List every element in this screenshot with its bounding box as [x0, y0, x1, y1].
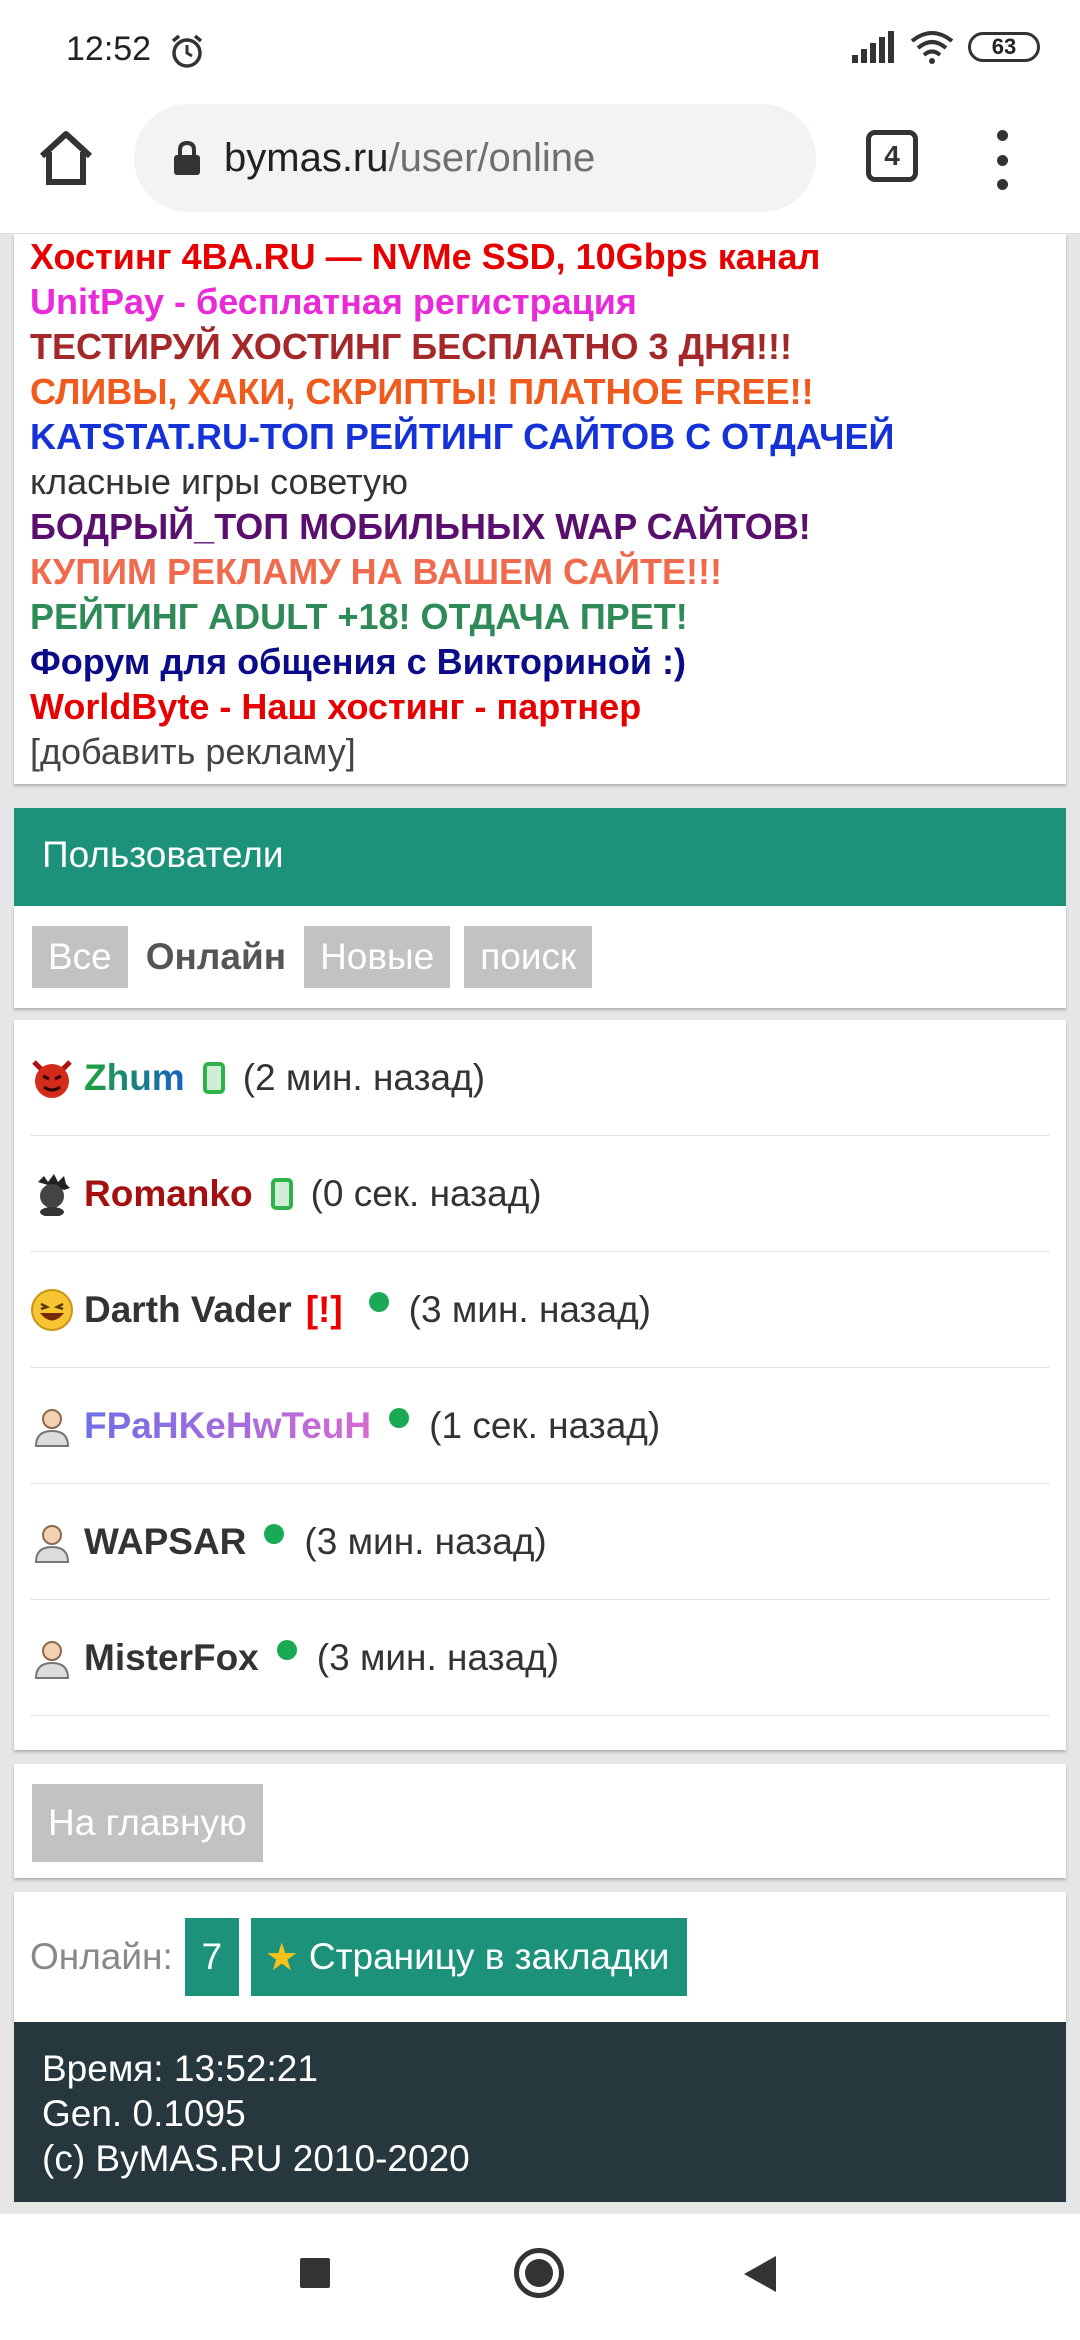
url-path: /user/online	[388, 135, 596, 180]
online-counter-block: Онлайн: 7 ★ Страницу в закладки	[14, 1892, 1066, 2022]
add-ad-link[interactable]: [добавить рекламу]	[30, 729, 1050, 774]
home-icon[interactable]	[36, 128, 96, 188]
username-link[interactable]: Darth Vader	[84, 1289, 292, 1331]
page-footer: Время: 13:52:21 Gen. 0.1095 (c) ByMAS.RU…	[14, 2022, 1066, 2202]
tab-online[interactable]: Онлайн	[141, 926, 291, 988]
laughing-smiley-icon	[31, 1288, 73, 1331]
home-circle-icon[interactable]	[514, 2248, 564, 2298]
recent-apps-icon[interactable]	[300, 2258, 330, 2288]
online-status-icon	[264, 1523, 285, 1544]
ad-link[interactable]: Хостинг 4BA.RU — NVMe SSD, 10Gbps канал	[30, 234, 1050, 279]
wifi-icon	[910, 31, 954, 64]
last-seen: (3 мин. назад)	[304, 1520, 547, 1562]
username-link[interactable]: WAPSAR	[84, 1521, 246, 1563]
users-section-title: Пользователи	[14, 808, 1066, 906]
user-silhouette-icon	[34, 1408, 70, 1447]
ad-link[interactable]: UnitPay - бесплатная регистрация	[30, 279, 1050, 324]
ad-link[interactable]: СЛИВЫ, ХАКИ, СКРИПТЫ! ПЛАТНОЕ FREE!!	[30, 369, 1050, 414]
home-link-block: На главную	[14, 1764, 1066, 1878]
ad-link[interactable]: WorldByte - Наш хостинг - партнер	[30, 684, 1050, 729]
username-link[interactable]: MisterFox	[84, 1637, 259, 1679]
home-button[interactable]: На главную	[32, 1784, 263, 1862]
bookmark-button[interactable]: ★ Страницу в закладки	[250, 1918, 688, 1996]
username-link[interactable]: Zhum	[84, 1057, 185, 1099]
admin-badge: [!]	[305, 1288, 343, 1330]
list-item: Zhum (2 мин. назад)	[30, 1020, 1050, 1136]
copyright: (c) ByMAS.RU 2010-2020	[42, 2138, 470, 2179]
ad-link[interactable]: ТЕСТИРУЙ ХОСТИНГ БЕСПЛАТНО 3 ДНЯ!!!	[30, 324, 1050, 369]
user-filter-tabs: Все Онлайн Новые поиск	[14, 906, 1066, 1008]
browser-toolbar: bymas.ru/user/online 4	[0, 100, 1080, 234]
username-link[interactable]: Romanko	[84, 1173, 253, 1215]
tab-new[interactable]: Новые	[304, 926, 451, 988]
ad-link[interactable]: класные игры советую	[30, 459, 1050, 504]
alarm-icon	[171, 34, 203, 68]
star-icon: ★	[264, 1936, 299, 1979]
mobile-status-icon	[270, 1177, 293, 1210]
overflow-menu-icon[interactable]	[990, 130, 1014, 190]
devil-avatar-icon	[32, 1059, 72, 1098]
user-silhouette-icon	[34, 1640, 70, 1679]
user-silhouette-icon	[34, 1524, 70, 1563]
username-link[interactable]: FPaHKeHwTeuH	[84, 1405, 371, 1447]
last-seen: (3 мин. назад)	[316, 1636, 560, 1678]
status-time: 12:52	[66, 30, 152, 68]
list-item: WAPSAR (3 мин. назад)	[30, 1484, 1050, 1600]
generation-time: Gen. 0.1095	[42, 2093, 246, 2134]
bookmark-label: Страницу в закладки	[308, 1936, 670, 1977]
page-content: Хостинг 4BA.RU — NVMe SSD, 10Gbps канал …	[0, 234, 1080, 2214]
ad-link[interactable]: РЕЙТИНГ ADULT +18! ОТДАЧА ПРЕТ!	[30, 594, 1050, 639]
server-time: Время: 13:52:21	[42, 2048, 318, 2089]
battery-icon: 63	[968, 32, 1040, 62]
lock-icon	[174, 140, 200, 175]
dark-avatar-icon	[38, 1173, 70, 1216]
online-users-list: Zhum (2 мин. назад) Romanko (0 сек. наза…	[14, 1020, 1066, 1750]
back-icon[interactable]	[744, 2256, 776, 2292]
last-seen: (0 сек. назад)	[310, 1172, 542, 1214]
online-status-icon	[368, 1291, 389, 1312]
list-item: Romanko (0 сек. назад)	[30, 1136, 1050, 1252]
system-nav-bar	[0, 2214, 1080, 2340]
status-bar: 12:52 63	[0, 0, 1080, 100]
last-seen: (1 сек. назад)	[429, 1404, 661, 1446]
signal-icon	[852, 31, 894, 63]
list-item: FPaHKeHwTeuH (1 сек. назад)	[30, 1368, 1050, 1484]
ad-link[interactable]: Форум для общения с Викториной :)	[30, 639, 1050, 684]
tab-switcher-button[interactable]: 4	[866, 130, 918, 182]
last-seen: (2 мин. назад)	[242, 1056, 486, 1098]
online-status-icon	[276, 1639, 297, 1660]
ad-link[interactable]: KATSTAT.RU-ТОП РЕЙТИНГ САЙТОВ С ОТДАЧЕЙ	[30, 414, 1050, 459]
online-status-icon	[389, 1407, 410, 1428]
mobile-status-icon	[202, 1061, 225, 1094]
ad-link[interactable]: КУПИМ РЕКЛАМУ НА ВАШЕМ САЙТЕ!!!	[30, 549, 1050, 594]
tab-all[interactable]: Все	[32, 926, 128, 988]
list-item: MisterFox (3 мин. назад)	[30, 1600, 1050, 1716]
ad-link[interactable]: БОДРЫЙ_ТОП МОБИЛЬНЫХ WAP САЙТОВ!	[30, 504, 1050, 549]
address-bar[interactable]: bymas.ru/user/online	[134, 104, 816, 212]
url-host: bymas.ru	[224, 135, 389, 180]
last-seen: (3 мин. назад)	[408, 1288, 651, 1330]
ads-block: Хостинг 4BA.RU — NVMe SSD, 10Gbps канал …	[14, 234, 1066, 784]
online-label: Онлайн:	[30, 1936, 173, 1977]
tab-search[interactable]: поиск	[464, 926, 593, 988]
list-item: Darth Vader [!] (3 мин. назад)	[30, 1252, 1050, 1368]
online-count-button[interactable]: 7	[184, 1918, 239, 1996]
